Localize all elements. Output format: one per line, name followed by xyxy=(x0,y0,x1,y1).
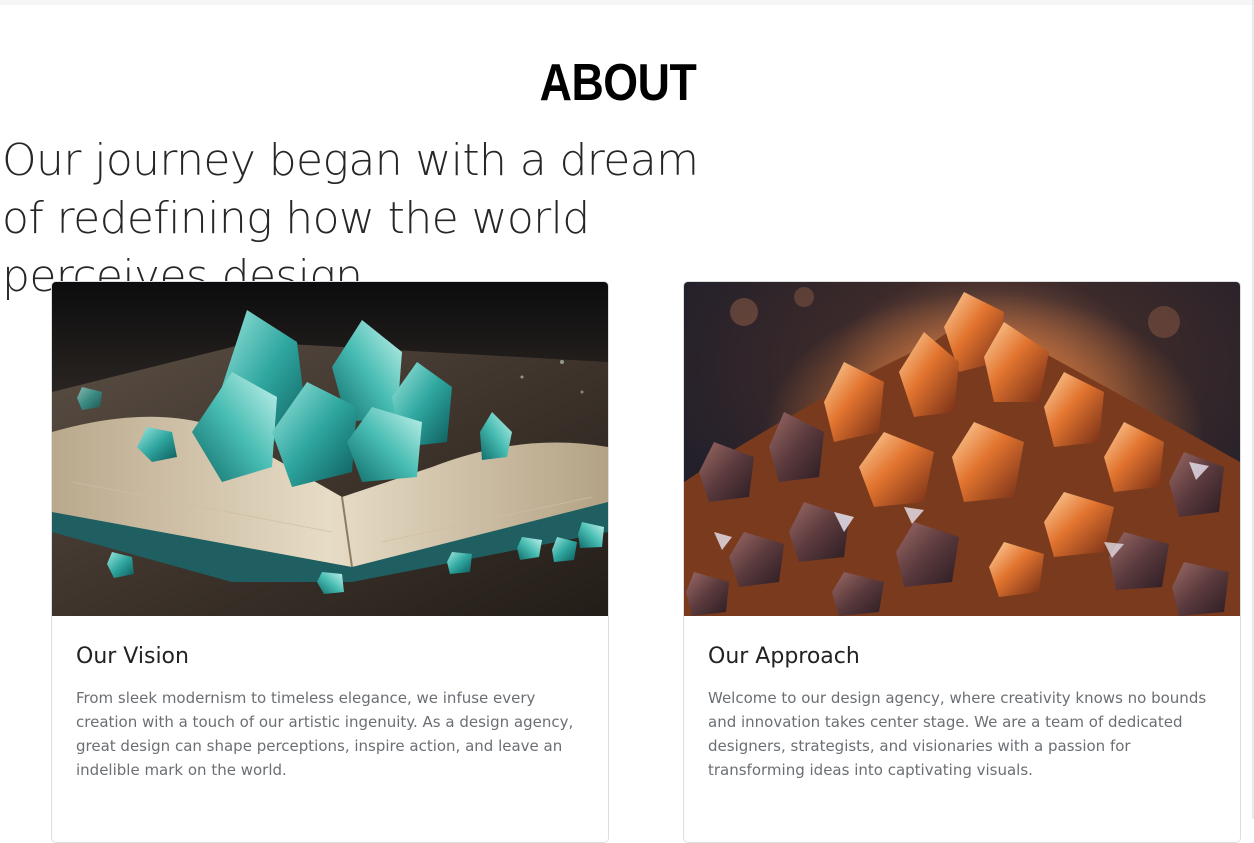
vision-card: Our Vision From sleek modernism to timel… xyxy=(51,281,609,843)
card-description: Welcome to our design agency, where crea… xyxy=(708,689,1207,779)
card-title: Our Approach xyxy=(708,644,860,669)
card-title: Our Vision xyxy=(76,644,189,669)
top-strip xyxy=(0,0,1254,5)
approach-card-body: Our Approach Welcome to our design agenc… xyxy=(684,616,1240,782)
teal-crystals-on-open-book-image xyxy=(52,282,608,616)
vision-card-body: Our Vision From sleek modernism to timel… xyxy=(52,616,608,782)
page-title: ABOUT xyxy=(539,53,697,112)
approach-card: Our Approach Welcome to our design agenc… xyxy=(683,281,1241,843)
orange-crystal-cluster-image xyxy=(684,282,1240,616)
card-description: From sleek modernism to timeless eleganc… xyxy=(76,689,574,779)
lead-statement: Our journey began with a dream of redefi… xyxy=(2,135,699,302)
